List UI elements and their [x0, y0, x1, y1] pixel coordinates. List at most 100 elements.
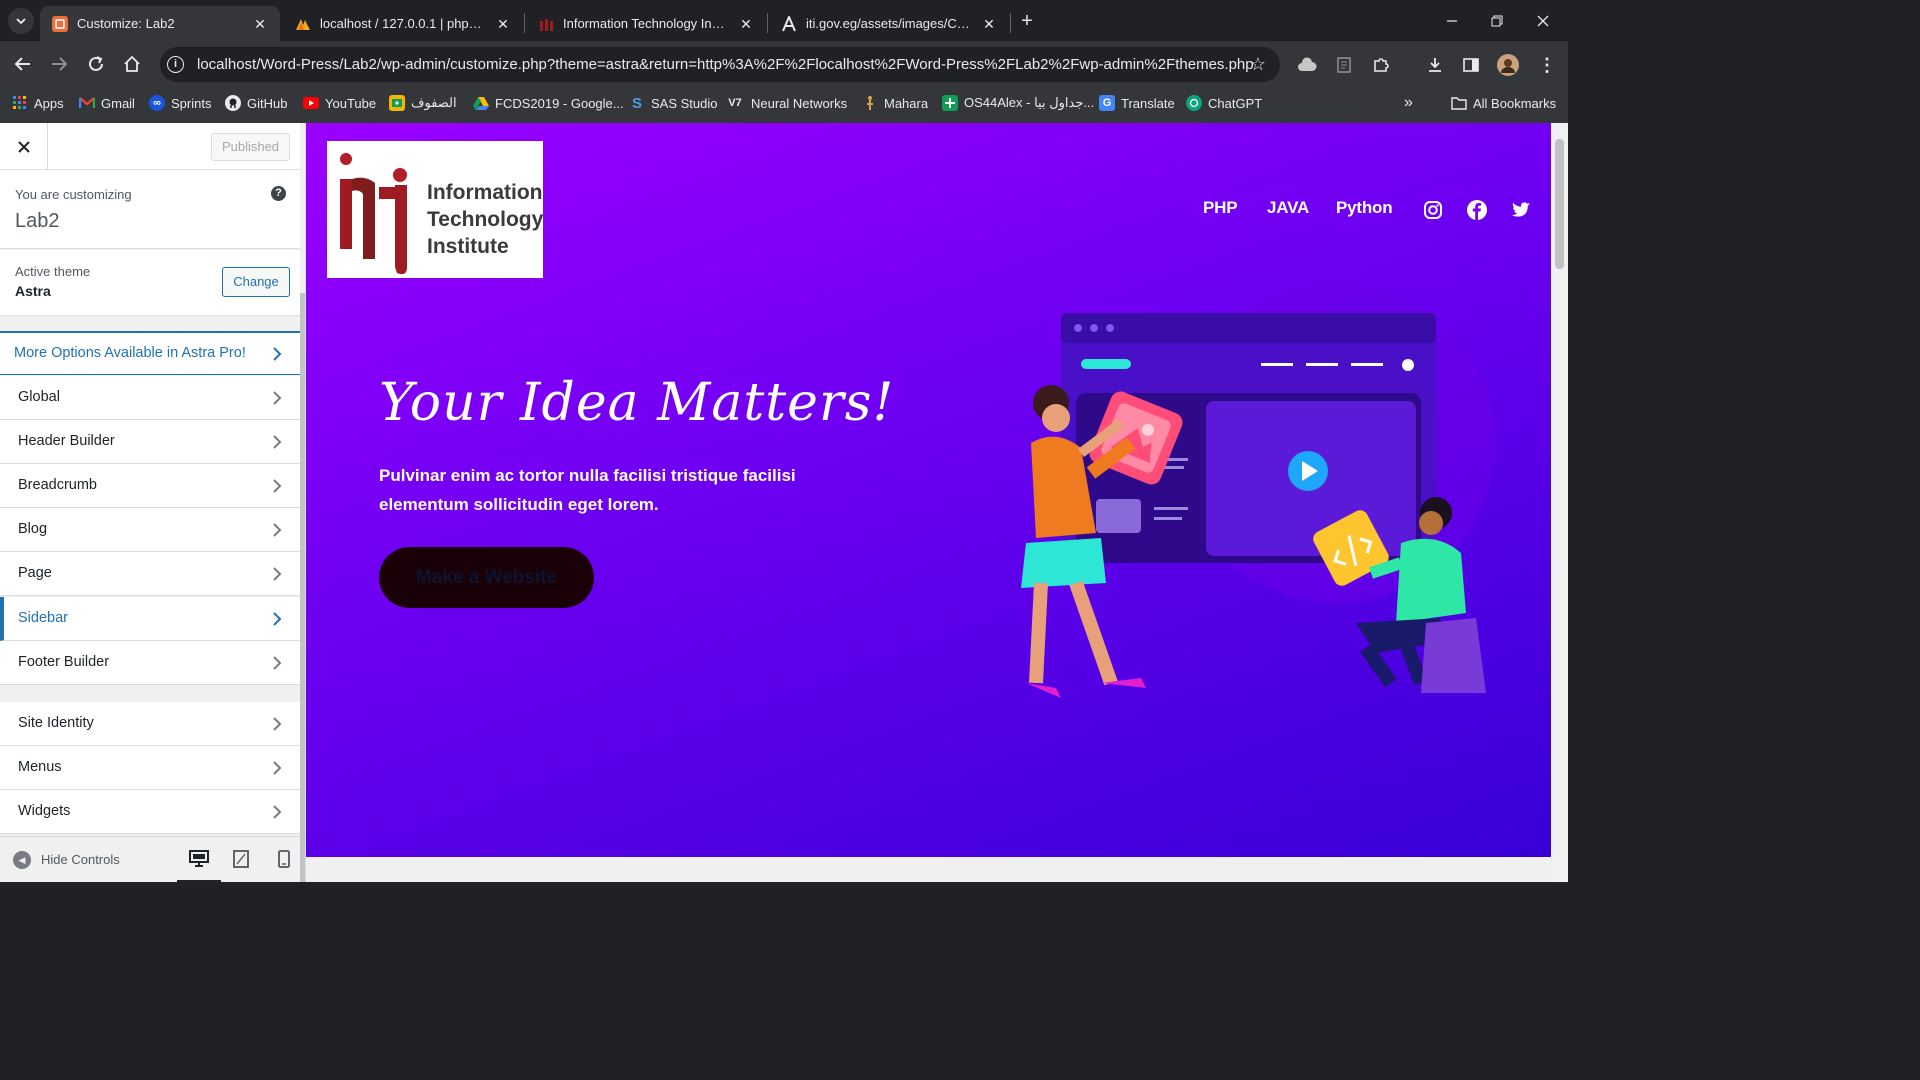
chevron-right-icon [273, 567, 282, 581]
make-website-button[interactable]: Make a Website [379, 547, 594, 608]
more-bookmarks-chevron-icon[interactable]: » [1404, 88, 1413, 118]
section-header-builder[interactable]: Header Builder [0, 420, 300, 464]
section-breadcrumb[interactable]: Breadcrumb [0, 464, 300, 508]
forward-button[interactable] [46, 51, 72, 77]
bookmark-translate[interactable]: G Translate [1099, 88, 1175, 118]
forward-arrow-icon [52, 57, 68, 71]
tab-search-button[interactable] [8, 8, 34, 34]
url-text[interactable]: localhost/Word-Press/Lab2/wp-admin/custo… [197, 47, 1254, 82]
tab-phpmyadmin[interactable]: localhost / 127.0.0.1 | phpMyAdmin ✕ [283, 6, 523, 41]
nav-java[interactable]: JAVA [1267, 198, 1309, 218]
close-tab-icon[interactable]: ✕ [252, 16, 268, 32]
profile-avatar[interactable] [1497, 54, 1519, 76]
section-widgets[interactable]: Widgets [0, 790, 300, 834]
bookmark-classroom[interactable]: الصفوف [389, 88, 457, 118]
preview-desktop-button[interactable] [177, 849, 221, 882]
publish-button[interactable]: Published [211, 133, 290, 161]
bookmarks-bar: Apps Gmail ∞ Sprints GitHub YouTube الصفو… [0, 88, 1568, 123]
extension-doc-icon[interactable] [1333, 54, 1355, 76]
extensions-puzzle-icon[interactable] [1370, 54, 1392, 76]
download-icon[interactable] [1424, 54, 1446, 76]
help-icon[interactable]: ? [271, 186, 286, 201]
active-theme-label: Active theme [15, 264, 91, 279]
section-label: Global [18, 389, 60, 405]
section-sidebar[interactable]: Sidebar [0, 597, 300, 641]
close-tab-icon[interactable]: ✕ [981, 16, 997, 32]
tab-iti[interactable]: Information Technology Institute ✕ [526, 6, 766, 41]
reload-button[interactable] [83, 51, 109, 77]
preview-mobile-button[interactable] [274, 849, 294, 869]
v7-icon: V7 [728, 97, 742, 109]
tab-customize[interactable]: Customize: Lab2 ✕ [40, 6, 280, 41]
bookmark-sheets[interactable]: OS44Alex - جداول بيا... [942, 88, 1094, 118]
all-bookmarks[interactable]: All Bookmarks [1451, 88, 1556, 118]
section-blog[interactable]: Blog [0, 508, 300, 552]
bookmark-label: GitHub [247, 95, 288, 111]
instagram-icon[interactable] [1422, 199, 1444, 221]
tab-separator [524, 13, 525, 33]
nav-python[interactable]: Python [1336, 198, 1393, 218]
hero-illustration [1021, 283, 1496, 698]
nav-php[interactable]: PHP [1203, 198, 1238, 218]
bookmark-label: Apps [34, 95, 64, 111]
bookmark-chatgpt[interactable]: ChatGPT [1186, 88, 1262, 118]
minimize-button[interactable] [1441, 10, 1463, 32]
customize-favicon [52, 15, 68, 32]
section-footer-builder[interactable]: Footer Builder [0, 641, 300, 685]
section-label: Breadcrumb [18, 477, 97, 493]
tab-title: Information Technology Institute [563, 16, 730, 31]
menu-kebab-icon[interactable]: ⋮ [1536, 54, 1558, 76]
close-customizer-button[interactable] [0, 123, 48, 170]
bookmark-mahara[interactable]: Mahara [862, 88, 928, 118]
bookmark-sas[interactable]: S SAS Studio [629, 88, 718, 118]
section-label: Header Builder [18, 433, 115, 449]
bookmark-star-icon[interactable]: ☆ [1250, 54, 1266, 75]
chevron-right-icon [273, 612, 282, 626]
preview-scrollbar-thumb[interactable] [1555, 139, 1564, 269]
section-page[interactable]: Page [0, 552, 300, 596]
change-theme-button[interactable]: Change [222, 267, 290, 297]
extension-cloud-icon[interactable] [1296, 54, 1318, 76]
facebook-icon[interactable] [1466, 199, 1488, 221]
preview-tablet-button[interactable] [231, 849, 251, 869]
section-label: Blog [18, 521, 48, 537]
home-button[interactable] [119, 51, 145, 77]
site-logo[interactable]: Information Technology Institute [327, 141, 543, 278]
new-tab-button[interactable]: + [1016, 10, 1038, 32]
iti-logo-mark [340, 153, 407, 275]
back-arrow-icon [14, 57, 30, 71]
bookmark-neural[interactable]: V7 Neural Networks [725, 88, 847, 118]
bookmark-label: YouTube [325, 95, 377, 111]
home-icon [124, 55, 140, 72]
bookmark-sprints[interactable]: ∞ Sprints [149, 88, 211, 118]
section-site-identity[interactable]: Site Identity [0, 702, 300, 746]
close-window-button[interactable] [1532, 10, 1554, 32]
gmail-icon [79, 95, 95, 111]
astra-pro-section[interactable]: More Options Available in Astra Pro! [0, 331, 300, 375]
twitter-icon[interactable] [1510, 199, 1532, 221]
bookmark-github[interactable]: GitHub [225, 88, 287, 118]
section-menus[interactable]: Menus [0, 746, 300, 790]
bookmark-apps[interactable]: Apps [12, 88, 64, 118]
section-global[interactable]: Global [0, 376, 300, 420]
back-button[interactable] [10, 51, 36, 77]
bookmark-drive[interactable]: FCDS2019 - Google... [473, 88, 624, 118]
customizer-panel: Published You are customizing Lab2 ? Act… [0, 123, 306, 882]
bookmark-label: Mahara [884, 95, 929, 111]
bookmark-youtube[interactable]: YouTube [303, 88, 376, 118]
side-panel-icon[interactable] [1460, 54, 1482, 76]
tab-iti-image[interactable]: iti.gov.eg/assets/images/Colored ✕ [769, 6, 1009, 41]
classroom-icon [389, 95, 405, 111]
close-tab-icon[interactable]: ✕ [495, 16, 511, 32]
restore-button[interactable] [1486, 10, 1508, 32]
sheets-icon [942, 95, 958, 111]
site-info-icon[interactable]: i [167, 56, 184, 73]
customizer-header: Published [0, 123, 300, 170]
address-bar[interactable]: i localhost/Word-Press/Lab2/wp-admin/cus… [160, 47, 1280, 82]
chevron-down-icon [16, 18, 26, 25]
panel-scrollbar[interactable] [300, 293, 305, 882]
hide-controls-button[interactable]: Hide Controls [41, 852, 120, 867]
bookmark-gmail[interactable]: Gmail [79, 88, 135, 118]
collapse-arrow-icon[interactable]: ◀ [13, 851, 31, 869]
close-tab-icon[interactable]: ✕ [738, 16, 754, 32]
